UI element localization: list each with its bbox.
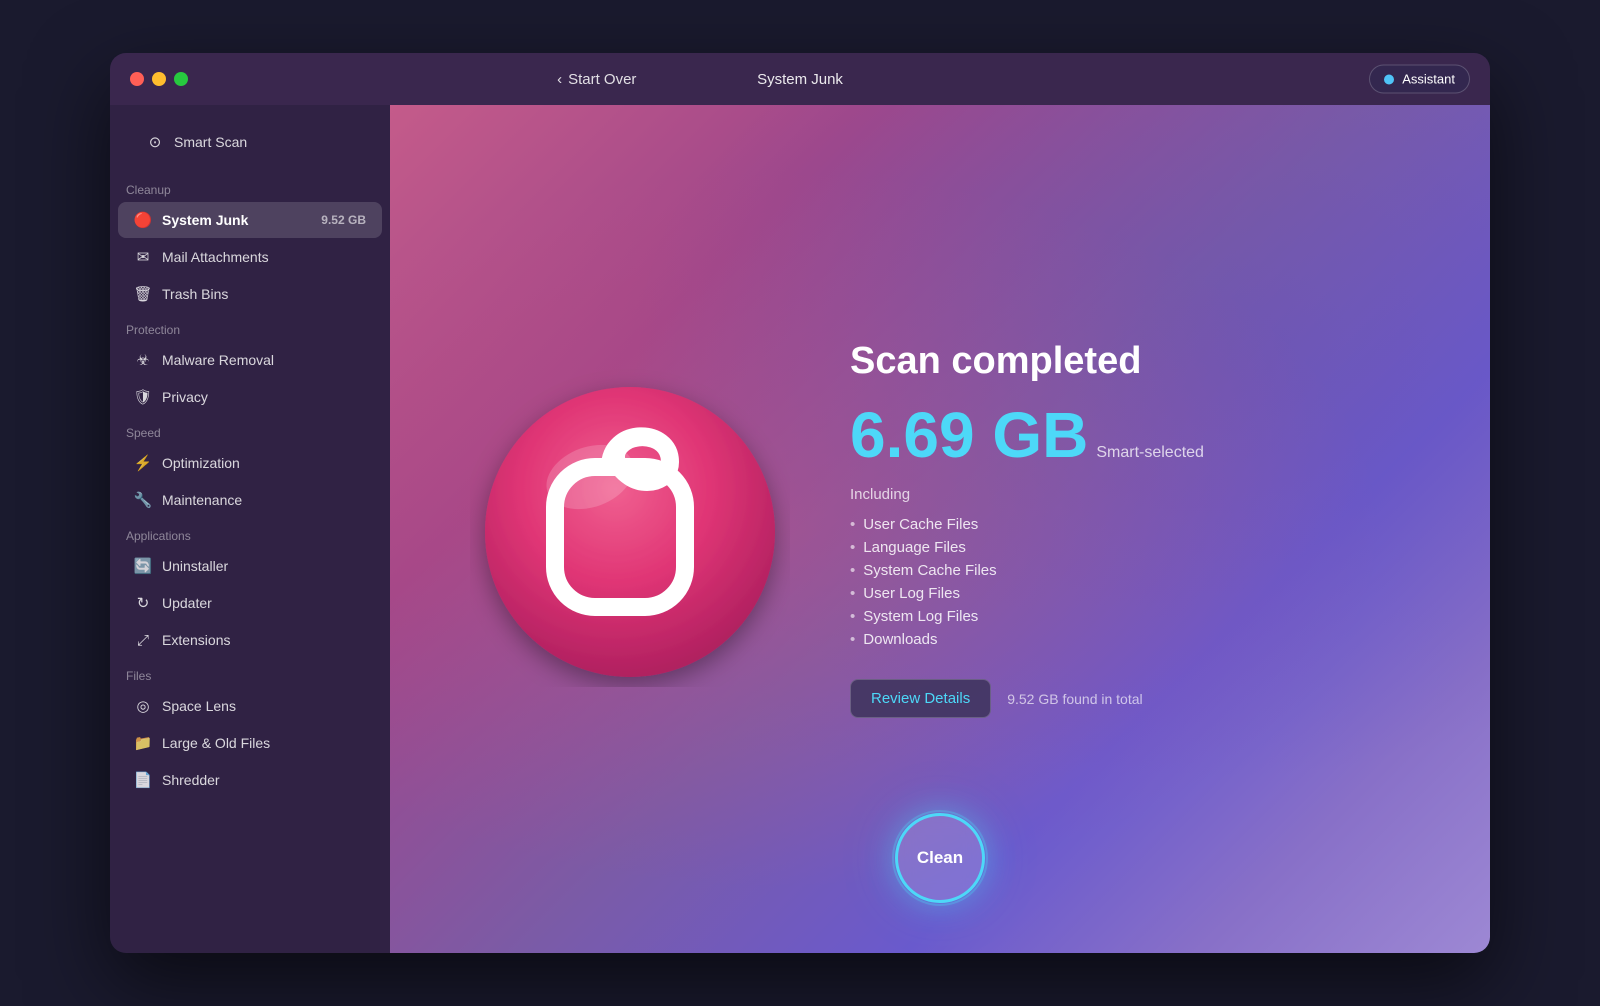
sidebar-item-system-junk[interactable]: 🔴 System Junk 9.52 GB bbox=[118, 202, 382, 238]
system-junk-label: System Junk bbox=[162, 212, 248, 228]
list-item: System Log Files bbox=[850, 605, 1410, 628]
large-old-files-label: Large & Old Files bbox=[162, 735, 270, 751]
app-window: ‹ Start Over System Junk Assistant ⊙ Sma… bbox=[110, 53, 1490, 953]
sidebar-section-cleanup: Cleanup bbox=[110, 173, 390, 201]
malware-removal-label: Malware Removal bbox=[162, 352, 274, 368]
sidebar-item-extensions[interactable]: ⤢ Extensions bbox=[118, 622, 382, 658]
clean-button[interactable]: Clean bbox=[895, 813, 985, 903]
info-area: Scan completed 6.69 GB Smart-selected In… bbox=[850, 340, 1410, 718]
sidebar-item-mail-attachments[interactable]: ✉ Mail Attachments bbox=[118, 239, 382, 275]
trash-bins-label: Trash Bins bbox=[162, 286, 228, 302]
sidebar-item-trash-bins[interactable]: 🗑 Trash Bins bbox=[118, 276, 382, 312]
system-junk-badge: 9.52 GB bbox=[321, 213, 366, 227]
title-bar: ‹ Start Over System Junk Assistant bbox=[110, 53, 1490, 105]
window-title: System Junk bbox=[757, 71, 843, 88]
size-row: 6.69 GB Smart-selected bbox=[850, 403, 1410, 482]
updater-icon: ↻ bbox=[134, 594, 152, 612]
size-value: 6.69 GB bbox=[850, 403, 1088, 467]
sidebar-item-updater[interactable]: ↻ Updater bbox=[118, 585, 382, 621]
assistant-button[interactable]: Assistant bbox=[1369, 65, 1470, 94]
list-item: Language Files bbox=[850, 536, 1410, 559]
list-item: User Cache Files bbox=[850, 513, 1410, 536]
scan-completed-title: Scan completed bbox=[850, 340, 1410, 383]
review-details-button[interactable]: Review Details bbox=[850, 679, 991, 718]
smart-selected-label: Smart-selected bbox=[1096, 444, 1204, 462]
back-label: Start Over bbox=[568, 71, 636, 88]
uninstaller-icon: 🔄 bbox=[134, 557, 152, 575]
chevron-left-icon: ‹ bbox=[557, 71, 562, 88]
list-item: User Log Files bbox=[850, 582, 1410, 605]
extensions-icon: ⤢ bbox=[134, 631, 152, 649]
uninstaller-label: Uninstaller bbox=[162, 558, 228, 574]
sidebar: ⊙ Smart Scan Cleanup 🔴 System Junk 9.52 … bbox=[110, 105, 390, 953]
found-total-label: 9.52 GB found in total bbox=[1007, 691, 1142, 707]
content-layout: Scan completed 6.69 GB Smart-selected In… bbox=[390, 340, 1490, 718]
main-content: Scan completed 6.69 GB Smart-selected In… bbox=[390, 105, 1490, 953]
trash-icon: 🗑 bbox=[134, 285, 152, 303]
large-files-icon: 📁 bbox=[134, 734, 152, 752]
sidebar-section-protection: Protection bbox=[110, 313, 390, 341]
sidebar-item-shredder[interactable]: 📄 Shredder bbox=[118, 762, 382, 798]
including-label: Including bbox=[850, 486, 1410, 503]
mail-attachments-label: Mail Attachments bbox=[162, 249, 269, 265]
optimization-label: Optimization bbox=[162, 455, 240, 471]
list-item: System Cache Files bbox=[850, 559, 1410, 582]
clean-button-area: Clean bbox=[895, 813, 985, 903]
bottom-row: Review Details 9.52 GB found in total bbox=[850, 679, 1410, 718]
maximize-button[interactable] bbox=[174, 72, 188, 86]
space-lens-label: Space Lens bbox=[162, 698, 236, 714]
shredder-icon: 📄 bbox=[134, 771, 152, 789]
space-lens-icon: ◎ bbox=[134, 697, 152, 715]
optimization-icon: ⚡ bbox=[134, 454, 152, 472]
close-button[interactable] bbox=[130, 72, 144, 86]
sidebar-item-privacy[interactable]: 🛡 Privacy bbox=[118, 379, 382, 415]
smart-scan-label: Smart Scan bbox=[174, 134, 247, 150]
title-bar-center: ‹ Start Over System Junk bbox=[757, 71, 843, 88]
privacy-icon: 🛡 bbox=[134, 388, 152, 406]
malware-icon: ☣ bbox=[134, 351, 152, 369]
logo-area bbox=[470, 367, 790, 692]
sidebar-item-maintenance[interactable]: 🔧 Maintenance bbox=[118, 482, 382, 518]
sidebar-item-optimization[interactable]: ⚡ Optimization bbox=[118, 445, 382, 481]
app-logo bbox=[470, 367, 790, 687]
back-button[interactable]: ‹ Start Over bbox=[557, 71, 636, 88]
list-item: Downloads bbox=[850, 628, 1410, 651]
sidebar-section-files: Files bbox=[110, 659, 390, 687]
maintenance-label: Maintenance bbox=[162, 492, 242, 508]
assistant-label: Assistant bbox=[1402, 72, 1455, 87]
maintenance-icon: 🔧 bbox=[134, 491, 152, 509]
updater-label: Updater bbox=[162, 595, 212, 611]
extensions-label: Extensions bbox=[162, 632, 230, 648]
sidebar-item-uninstaller[interactable]: 🔄 Uninstaller bbox=[118, 548, 382, 584]
sidebar-section-applications: Applications bbox=[110, 519, 390, 547]
privacy-label: Privacy bbox=[162, 389, 208, 405]
system-junk-icon: 🔴 bbox=[134, 211, 152, 229]
sidebar-item-space-lens[interactable]: ◎ Space Lens bbox=[118, 688, 382, 724]
traffic-lights bbox=[130, 72, 188, 86]
shredder-label: Shredder bbox=[162, 772, 220, 788]
sidebar-top: ⊙ Smart Scan bbox=[110, 117, 390, 173]
assistant-dot-icon bbox=[1384, 74, 1394, 84]
file-list: User Cache Files Language Files System C… bbox=[850, 513, 1410, 651]
sidebar-item-malware-removal[interactable]: ☣ Malware Removal bbox=[118, 342, 382, 378]
sidebar-section-speed: Speed bbox=[110, 416, 390, 444]
mail-icon: ✉ bbox=[134, 248, 152, 266]
app-body: ⊙ Smart Scan Cleanup 🔴 System Junk 9.52 … bbox=[110, 105, 1490, 953]
sidebar-item-large-old-files[interactable]: 📁 Large & Old Files bbox=[118, 725, 382, 761]
sidebar-item-smart-scan[interactable]: ⊙ Smart Scan bbox=[130, 124, 370, 160]
smart-scan-icon: ⊙ bbox=[146, 133, 164, 151]
minimize-button[interactable] bbox=[152, 72, 166, 86]
